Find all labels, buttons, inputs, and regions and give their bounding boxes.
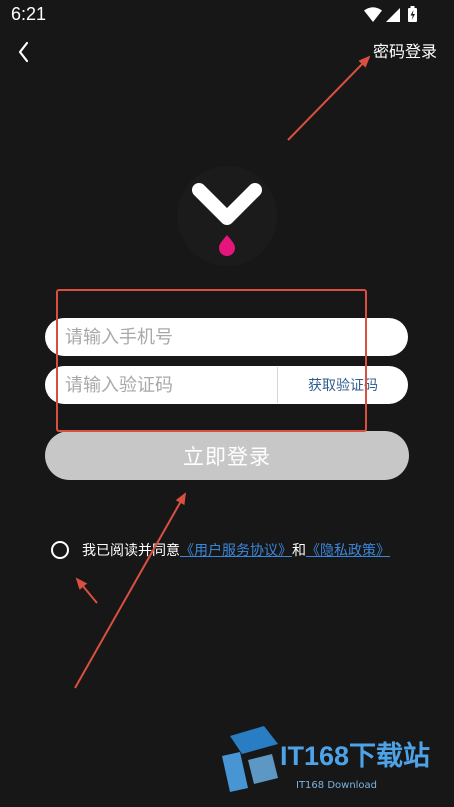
watermark-brand: IT168下载站	[280, 741, 431, 771]
back-button[interactable]	[12, 38, 38, 66]
privacy-policy-link[interactable]: 《隐私政策》	[306, 543, 390, 559]
watermark-logo-icon	[222, 726, 278, 792]
agreement-conjunction: 和	[292, 543, 306, 559]
status-icons	[364, 6, 420, 24]
phone-input[interactable]	[65, 318, 385, 356]
status-bar: 6:21	[0, 0, 454, 32]
password-login-link[interactable]: 密码登录	[373, 40, 437, 64]
annotation-highlight-box	[56, 289, 367, 432]
annotation-arrow-checkbox	[75, 577, 98, 604]
wifi-icon	[364, 7, 382, 22]
login-button[interactable]: 立即登录	[45, 431, 409, 480]
signal-icon	[386, 8, 400, 22]
app-logo-icon	[192, 183, 262, 256]
annotation-arrow-login	[74, 492, 186, 689]
back-arrow-icon	[18, 41, 29, 63]
phone-field	[45, 318, 408, 356]
get-code-button[interactable]: 获取验证码	[278, 366, 408, 404]
code-input[interactable]	[65, 366, 270, 404]
status-time: 6:21	[11, 4, 47, 24]
agree-checkbox[interactable]	[51, 541, 69, 559]
agreement-text: 我已阅读并同意《用户服务协议》和《隐私政策》	[82, 541, 390, 561]
watermark: IT168下载站 IT168 Download	[218, 722, 448, 796]
service-agreement-link[interactable]: 《用户服务协议》	[180, 543, 292, 559]
watermark-sub: IT168 Download	[296, 780, 378, 791]
battery-icon	[408, 6, 417, 22]
app-logo	[177, 166, 277, 266]
login-screen: 6:21 密码登录 请输入手机号 请输入验证码 获取验证码 立即登录 我已阅读并…	[0, 0, 454, 807]
annotation-arrow-top	[287, 55, 371, 141]
code-field: 获取验证码	[45, 366, 408, 404]
agreement-prefix: 我已阅读并同意	[82, 543, 180, 559]
